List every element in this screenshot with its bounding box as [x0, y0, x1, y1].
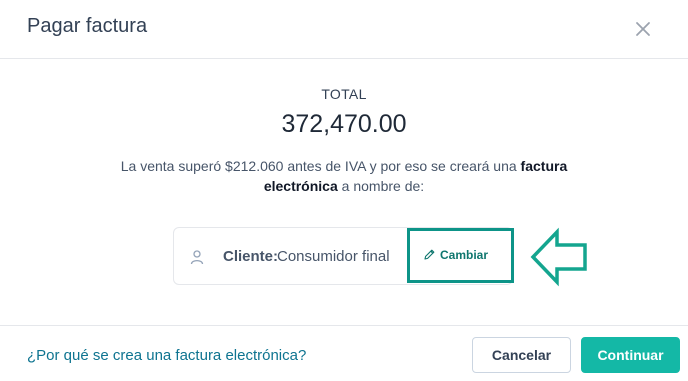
dialog-body: TOTAL 372,470.00 La venta superó $212.06…: [0, 59, 688, 325]
pencil-icon: [423, 248, 436, 261]
message-text-2: a nombre de:: [337, 178, 425, 194]
client-label: Cliente:: [223, 248, 279, 265]
cancel-button[interactable]: Cancelar: [472, 337, 571, 373]
left-arrow-icon: [530, 227, 588, 287]
dialog-title: Pagar factura: [27, 15, 148, 37]
continue-button[interactable]: Continuar: [581, 337, 680, 373]
dialog-header: Pagar factura: [0, 0, 688, 59]
client-value: Consumidor final: [277, 248, 390, 265]
message-text-1: La venta superó $212.060 antes de IVA y …: [120, 158, 521, 174]
invoice-message: La venta superó $212.060 antes de IVA y …: [100, 156, 588, 196]
change-client-button[interactable]: Cambiar: [407, 228, 514, 283]
close-icon[interactable]: [632, 18, 654, 40]
dialog-footer: ¿Por qué se crea una factura electrónica…: [0, 325, 688, 381]
change-client-label: Cambiar: [440, 248, 489, 262]
total-label: TOTAL: [321, 86, 367, 102]
pay-invoice-dialog: Pagar factura TOTAL 372,470.00 La venta …: [0, 0, 688, 381]
help-link[interactable]: ¿Por qué se crea una factura electrónica…: [27, 347, 306, 364]
total-amount: 372,470.00: [281, 110, 407, 138]
person-icon: [189, 249, 205, 265]
